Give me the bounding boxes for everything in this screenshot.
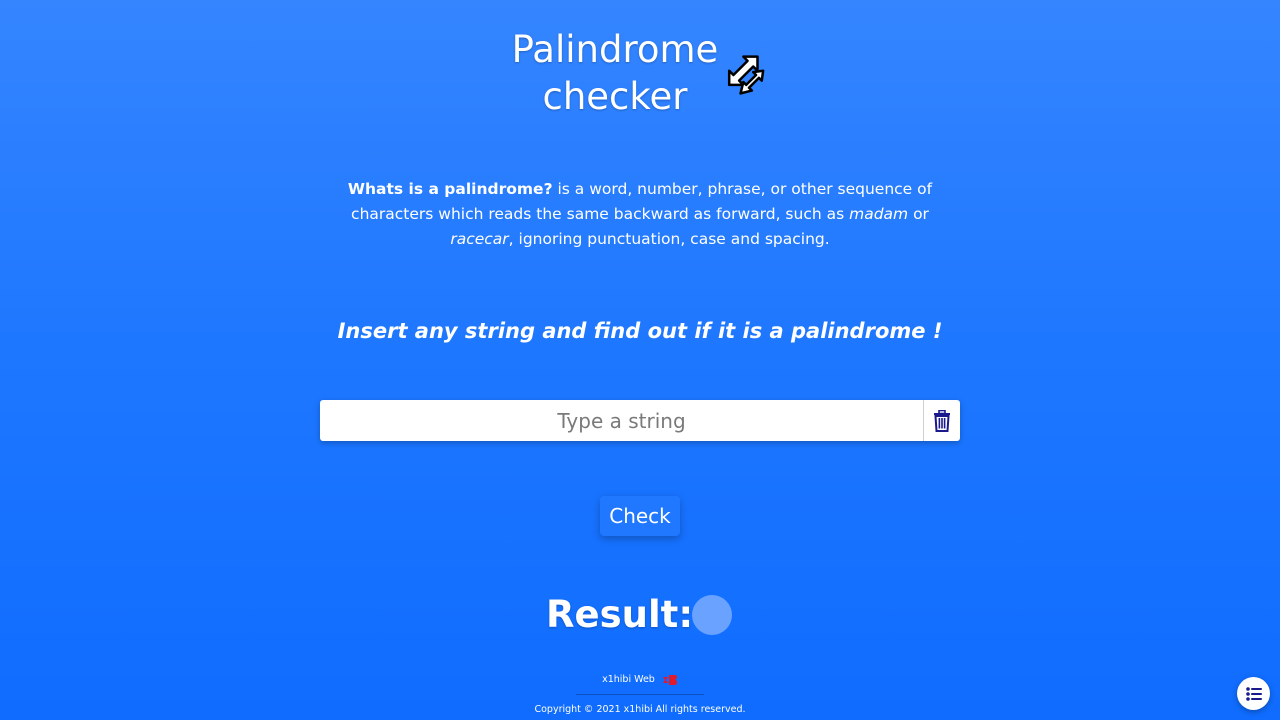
page-title: Palindrome checker (480, 26, 750, 120)
description-text: , ignoring punctuation, case and spacing… (508, 230, 830, 248)
clear-button[interactable] (923, 400, 960, 441)
description-lead: Whats is a palindrome? (347, 180, 553, 198)
instruction-prompt: Insert any string and find out if it is … (337, 319, 943, 343)
trash-icon (934, 409, 950, 432)
copyright-text: Copyright © 2021 x1hibi All rights reser… (534, 704, 746, 715)
menu-button[interactable] (1237, 677, 1270, 710)
footer-brand: x1hibi Web (0, 673, 1280, 687)
string-input[interactable] (320, 400, 923, 441)
example-word: racecar (450, 230, 509, 248)
check-button[interactable]: Check (600, 496, 680, 536)
brand-logo-icon (662, 674, 677, 685)
string-input-group (320, 400, 960, 441)
result-indicator (692, 595, 732, 635)
description-text: or (908, 205, 929, 223)
list-icon (1245, 686, 1262, 701)
palindrome-description: Whats is a palindrome? is a word, number… (320, 177, 960, 252)
page-title-line2: checker (542, 75, 688, 118)
swap-arrows-icon (727, 55, 765, 95)
result-label: Result: (546, 593, 694, 636)
page-title-line1: Palindrome (511, 28, 719, 71)
example-word: madam (849, 205, 909, 223)
footer-divider (576, 694, 704, 695)
header: Palindrome checker (0, 26, 1280, 126)
brand-name: x1hibi Web (602, 674, 655, 685)
